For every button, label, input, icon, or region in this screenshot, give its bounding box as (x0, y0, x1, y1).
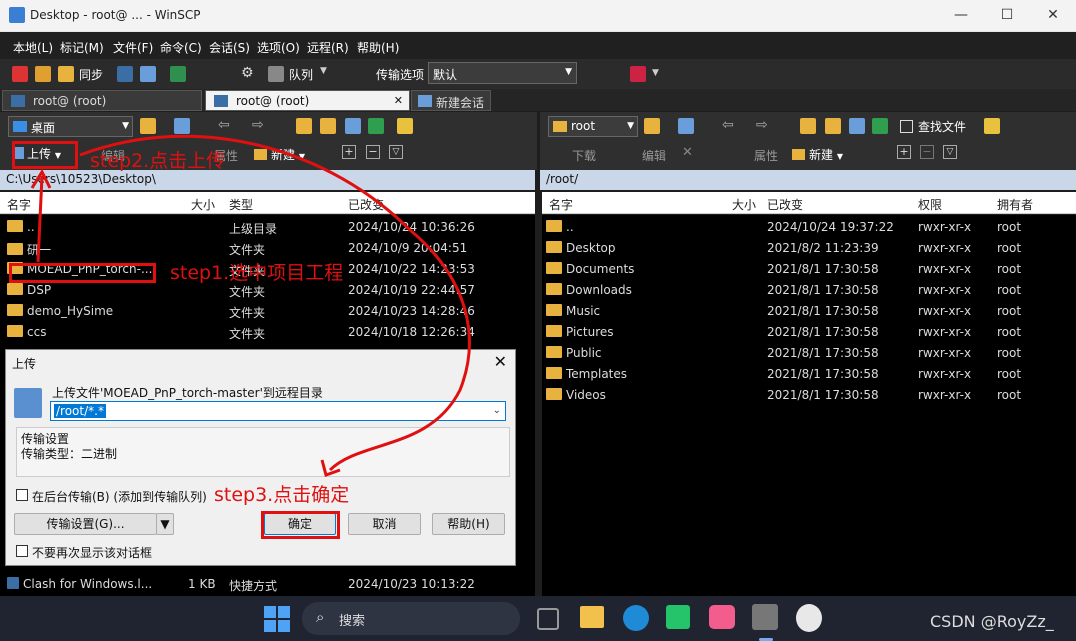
search-label: 搜索 (339, 614, 366, 629)
edge-browser-icon[interactable] (623, 605, 649, 631)
taskbar-search[interactable]: ⌕ 搜索 (302, 602, 520, 635)
arrow-up-to-upload (36, 175, 44, 263)
file-explorer-icon[interactable] (580, 606, 604, 628)
search-icon: ⌕ (316, 608, 325, 626)
windows-taskbar: ⌕ 搜索 CSDN @RoyZz_ (0, 596, 1076, 641)
qq-icon[interactable] (796, 604, 822, 632)
pycharm-icon[interactable] (666, 605, 690, 629)
watermark: CSDN @RoyZz_ (930, 612, 1054, 631)
task-view-icon[interactable] (537, 608, 559, 630)
annotation-arrows (30, 134, 471, 477)
winscp-taskbar-icon[interactable] (752, 604, 778, 630)
windows-start-icon[interactable] (264, 606, 290, 632)
bilibili-icon[interactable] (709, 605, 735, 629)
arrow-curve-to-ok (79, 134, 471, 472)
